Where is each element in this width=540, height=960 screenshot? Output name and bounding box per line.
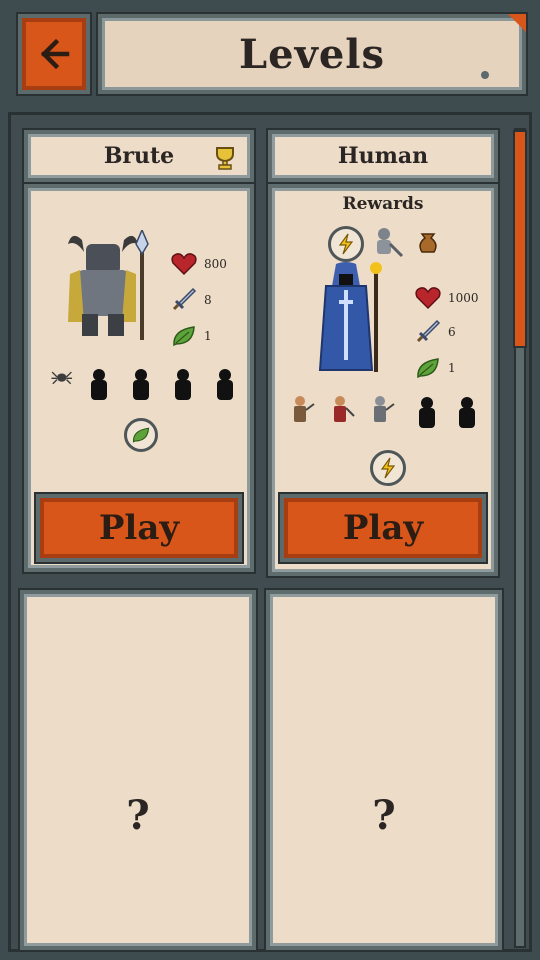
- loot-bag-icon: [419, 233, 437, 253]
- wizard-sprite: [318, 262, 382, 372]
- back-button[interactable]: [18, 14, 90, 94]
- leaf-icon: [170, 322, 198, 350]
- level-card-locked[interactable]: ?: [20, 590, 256, 950]
- arrow-left-icon: [40, 38, 70, 70]
- level-name: Brute: [103, 143, 175, 169]
- locked-enemy-silhouette: [175, 369, 191, 400]
- heart-icon: [414, 284, 442, 312]
- archer-enemy-icon: [334, 396, 355, 422]
- stat-health: 800: [170, 250, 227, 278]
- heart-icon: [170, 250, 198, 278]
- title-panel: Levels: [98, 14, 526, 94]
- locked-level-mark: ?: [372, 792, 396, 839]
- stat-health-value: 800: [204, 257, 227, 271]
- sword-icon: [414, 318, 442, 346]
- stat-speed: 1: [414, 354, 456, 382]
- stat-health: 1000: [414, 284, 479, 312]
- trophy-icon: [216, 147, 234, 170]
- stat-attack: 6: [414, 318, 456, 346]
- bandit-enemy-icon: [294, 396, 315, 422]
- stat-attack-value: 8: [204, 293, 212, 307]
- scrollbar-thumb[interactable]: [513, 130, 527, 348]
- locked-enemy-silhouette: [91, 369, 107, 400]
- reward-badge: [328, 226, 364, 262]
- pin-icon: [481, 71, 489, 79]
- spider-icon: [51, 371, 73, 385]
- level-card-locked[interactable]: ?: [266, 590, 502, 950]
- play-label: Play: [342, 508, 424, 548]
- sword-icon: [170, 286, 198, 314]
- level-name: Human: [337, 143, 429, 169]
- locked-enemy-silhouette: [217, 369, 233, 400]
- stat-speed: 1: [170, 322, 212, 350]
- stat-attack-value: 6: [448, 325, 456, 339]
- reward-badge: [124, 418, 158, 452]
- play-button-brute[interactable]: Play: [36, 494, 242, 562]
- lightning-icon: [380, 457, 396, 479]
- play-button-human[interactable]: Play: [280, 494, 486, 562]
- level-header-human: Human: [268, 130, 498, 182]
- locked-level-mark: ?: [126, 792, 150, 839]
- reward-badge: [370, 450, 406, 486]
- play-label: Play: [98, 508, 180, 548]
- stat-health-value: 1000: [448, 291, 479, 305]
- locked-enemy-silhouette: [133, 369, 149, 400]
- stat-speed-value: 1: [204, 329, 212, 343]
- level-header-brute: Brute: [24, 130, 254, 182]
- leaf-icon: [132, 427, 150, 443]
- leaf-icon: [414, 354, 442, 382]
- lightning-icon: [338, 233, 354, 255]
- knight-reward-icon: [377, 228, 404, 258]
- page-title: Levels: [239, 30, 385, 78]
- locked-enemy-silhouette: [419, 397, 435, 428]
- brute-sprite: [68, 230, 149, 340]
- scrollbar[interactable]: [510, 128, 530, 948]
- stat-speed-value: 1: [448, 361, 456, 375]
- stat-attack: 8: [170, 286, 212, 314]
- soldier-enemy-icon: [374, 396, 395, 422]
- locked-enemy-silhouette: [459, 397, 475, 428]
- rewards-label: Rewards: [342, 194, 424, 214]
